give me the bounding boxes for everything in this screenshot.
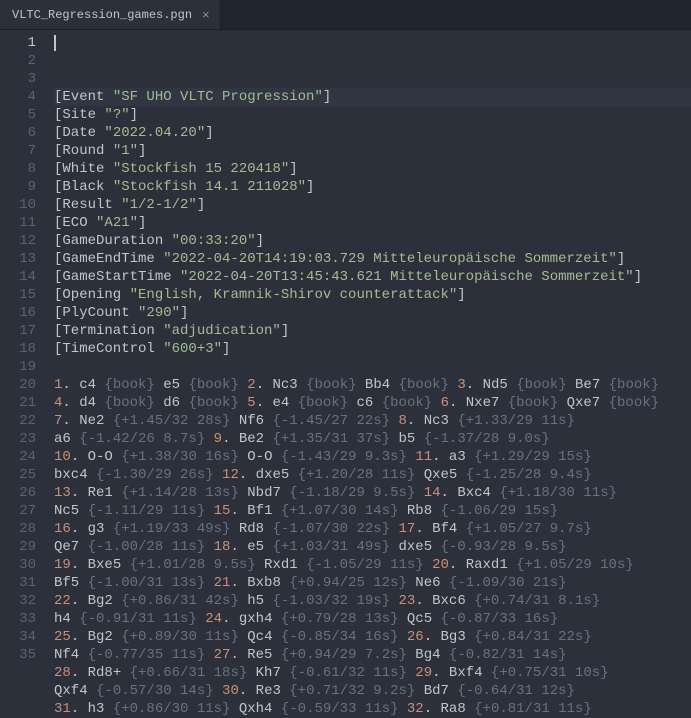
code-line[interactable]: Qe7 {-1.00/28 11s} 18. e5 {+1.03/31 49s}… [54, 538, 691, 556]
tab-bar: VLTC_Regression_games.pgn × [0, 0, 691, 30]
line-number: 1 [0, 34, 36, 52]
line-number: 18 [0, 340, 36, 358]
code-line[interactable]: [GameEndTime "2022-04-20T14:19:03.729 Mi… [54, 250, 691, 268]
code-line[interactable]: [Opening "English, Kramnik-Shirov counte… [54, 286, 691, 304]
line-number: 6 [0, 124, 36, 142]
code-line[interactable]: Nc5 {-1.11/29 11s} 15. Bf1 {+1.07/30 14s… [54, 502, 691, 520]
code-line[interactable] [54, 358, 691, 376]
line-number: 31 [0, 574, 36, 592]
code-line[interactable]: 13. Re1 {+1.14/28 13s} Nbd7 {-1.18/29 9.… [54, 484, 691, 502]
line-number: 7 [0, 142, 36, 160]
line-number: 10 [0, 196, 36, 214]
code-line[interactable]: [ECO "A21"] [54, 214, 691, 232]
code-line[interactable]: [PlyCount "290"] [54, 304, 691, 322]
code-line[interactable]: 31. h3 {+0.86/30 11s} Qxh4 {-0.59/33 11s… [54, 700, 691, 718]
line-number: 23 [0, 430, 36, 448]
line-number: 19 [0, 358, 36, 376]
code-line[interactable]: 25. Bg2 {+0.89/30 11s} Qc4 {-0.85/34 16s… [54, 628, 691, 646]
line-number: 13 [0, 250, 36, 268]
line-number: 17 [0, 322, 36, 340]
line-number: 2 [0, 52, 36, 70]
line-number: 26 [0, 484, 36, 502]
code-line[interactable]: [White "Stockfish 15 220418"] [54, 160, 691, 178]
code-line[interactable]: h4 {-0.91/31 11s} 24. gxh4 {+0.79/28 13s… [54, 610, 691, 628]
code-line[interactable]: [Result "1/2-1/2"] [54, 196, 691, 214]
line-number: 25 [0, 466, 36, 484]
line-number: 24 [0, 448, 36, 466]
line-number: 28 [0, 520, 36, 538]
tab-file[interactable]: VLTC_Regression_games.pgn × [0, 0, 221, 29]
close-icon[interactable]: × [202, 8, 210, 21]
code-line[interactable]: 16. g3 {+1.19/33 49s} Rd8 {-1.07/30 22s}… [54, 520, 691, 538]
text-cursor [54, 35, 56, 51]
code-line[interactable]: [GameStartTime "2022-04-20T13:45:43.621 … [54, 268, 691, 286]
line-number: 11 [0, 214, 36, 232]
line-number: 33 [0, 610, 36, 628]
line-number: 21 [0, 394, 36, 412]
code-line[interactable]: Bf5 {-1.00/31 13s} 21. Bxb8 {+0.94/25 12… [54, 574, 691, 592]
line-number: 12 [0, 232, 36, 250]
line-number: 16 [0, 304, 36, 322]
code-line[interactable]: [Termination "adjudication"] [54, 322, 691, 340]
line-number: 34 [0, 628, 36, 646]
code-line[interactable]: 4. d4 {book} d6 {book} 5. e4 {book} c6 {… [54, 394, 691, 412]
line-number: 20 [0, 376, 36, 394]
code-line[interactable]: 10. O-O {+1.38/30 16s} O-O {-1.43/29 9.3… [54, 448, 691, 466]
code-line[interactable]: 19. Bxe5 {+1.01/28 9.5s} Rxd1 {-1.05/29 … [54, 556, 691, 574]
line-number: 15 [0, 286, 36, 304]
line-number: 27 [0, 502, 36, 520]
code-line[interactable]: Qxf4 {-0.57/30 14s} 30. Re3 {+0.71/32 9.… [54, 682, 691, 700]
line-number: 3 [0, 70, 36, 88]
line-number-gutter: 1234567891011121314151617181920212223242… [0, 30, 48, 663]
line-number: 5 [0, 106, 36, 124]
code-line[interactable]: [GameDuration "00:33:20"] [54, 232, 691, 250]
code-line[interactable]: 7. Ne2 {+1.45/32 28s} Nf6 {-1.45/27 22s}… [54, 412, 691, 430]
tab-filename: VLTC_Regression_games.pgn [12, 8, 192, 22]
code-line[interactable]: [Round "1"] [54, 142, 691, 160]
code-line[interactable]: a6 {-1.42/26 8.7s} 9. Be2 {+1.35/31 37s}… [54, 430, 691, 448]
code-line[interactable]: 1. c4 {book} e5 {book} 2. Nc3 {book} Bb4… [54, 376, 691, 394]
code-line[interactable]: [TimeControl "600+3"] [54, 340, 691, 358]
line-number: 22 [0, 412, 36, 430]
code-line[interactable]: [Event "SF UHO VLTC Progression"] [54, 88, 691, 106]
line-number: 8 [0, 160, 36, 178]
code-line[interactable]: Nf4 {-0.77/35 11s} 27. Re5 {+0.94/29 7.2… [54, 646, 691, 664]
line-number: 35 [0, 646, 36, 664]
line-number: 9 [0, 178, 36, 196]
code-area[interactable]: [Event "SF UHO VLTC Progression"][Site "… [48, 30, 691, 663]
code-line[interactable]: 28. Rd8+ {+0.66/31 18s} Kh7 {-0.61/32 11… [54, 664, 691, 682]
code-line[interactable]: 22. Bg2 {+0.86/31 42s} h5 {-1.03/32 19s}… [54, 592, 691, 610]
code-editor[interactable]: 1234567891011121314151617181920212223242… [0, 30, 691, 663]
line-number: 30 [0, 556, 36, 574]
code-line[interactable]: [Site "?"] [54, 106, 691, 124]
line-number: 32 [0, 592, 36, 610]
code-line[interactable]: bxc4 {-1.30/29 26s} 12. dxe5 {+1.20/28 1… [54, 466, 691, 484]
line-number: 14 [0, 268, 36, 286]
code-line[interactable]: [Black "Stockfish 14.1 211028"] [54, 178, 691, 196]
code-line[interactable]: [Date "2022.04.20"] [54, 124, 691, 142]
line-number: 29 [0, 538, 36, 556]
line-number: 4 [0, 88, 36, 106]
